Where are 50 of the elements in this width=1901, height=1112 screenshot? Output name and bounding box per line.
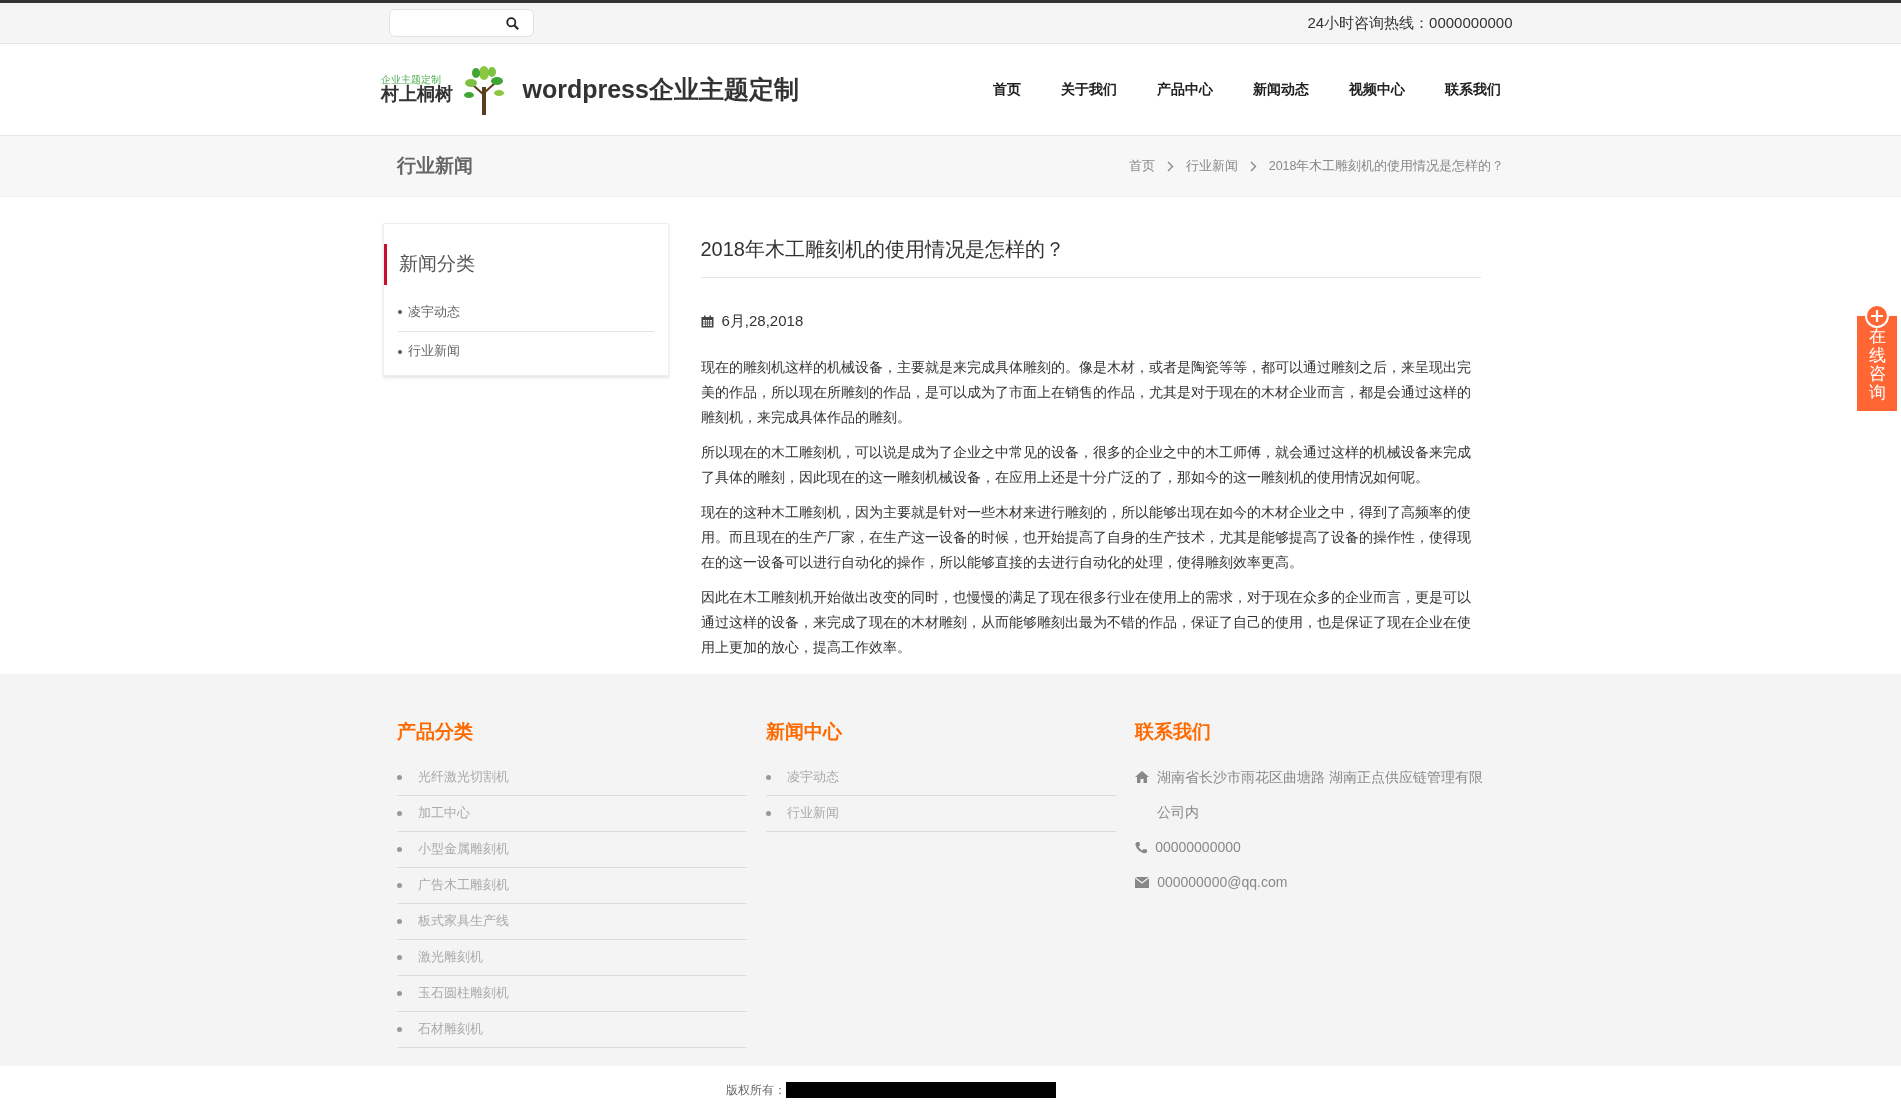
phone-icon [1135, 841, 1148, 854]
plus-icon [1865, 304, 1889, 328]
site-title: wordpress企业主题定制 [522, 73, 799, 105]
footer-link[interactable]: 行业新闻 [765, 796, 1116, 832]
breadcrumb-current: 2018年木工雕刻机的使用情况是怎样的？ [1268, 157, 1505, 175]
footer-heading: 产品分类 [396, 719, 474, 744]
logo-name: 村上桐树 [380, 84, 453, 105]
calendar-icon [700, 314, 714, 328]
footer-heading: 联系我们 [1135, 719, 1213, 744]
footer-link[interactable]: 凌宇动态 [765, 760, 1116, 796]
footer-link[interactable]: 玉石圆柱雕刻机 [396, 976, 747, 1012]
hotline-text: 24小时咨询热线：0000000000 [1307, 12, 1513, 33]
sidebar-link[interactable]: 行业新闻 [397, 332, 654, 371]
online-consult-tab[interactable]: 在线咨询 [1857, 316, 1897, 411]
footer-link[interactable]: 光纤激光切割机 [396, 760, 747, 796]
email-text: 000000000@qq.com [1157, 873, 1288, 892]
nav-link[interactable]: 视频中心 [1328, 79, 1425, 100]
footer-link[interactable]: 板式家具生产线 [396, 904, 747, 940]
logo-tagline: 企业主题定制 [380, 74, 442, 85]
footer-link[interactable]: 石材雕刻机 [396, 1012, 747, 1048]
article-paragraph: 现在的这种木工雕刻机，因为主要就是针对一些木材来进行雕刻的，所以能够出现在如今的木材企业之中，得到了高频率的使用。而且现在的生产厂家，在生产这一设备的时候，也开始提高了自身的生产技术，尤其是能够提高了设备的操作性，使得现在的这一设备可以进行自动化的操作，所以能够直接的去进行自动化的处理，使得雕刻效率更高。 [700, 503, 1472, 572]
sidebar-title: 新闻分类 [383, 244, 668, 285]
article-paragraph: 现在的雕刻机这样的机械设备，主要就是来完成具体雕刻的。像是木材，或者是陶瓷等等，都可以通过雕刻之后，来呈现出完美的作品，所以现在所雕刻的作品，是可以成为了市面上在销售的作品，尤其是对于现在的木材企业而言，都是会通过这样的雕刻机，来完成具体作品的雕刻。 [700, 358, 1472, 427]
footer-link[interactable]: 激光雕刻机 [396, 940, 747, 976]
article-paragraph: 因此在木工雕刻机开始做出改变的同时，也慢慢的满足了现在很多行业在使用上的需求，对于现在众多的企业而言，更是可以通过这样的设备，来完成了现在的木材雕刻，从而能够雕刻出最为不错的作品，保证了自己的使用，也是保证了现在企业在使用上更加的放心，提高工作效率。 [700, 588, 1472, 657]
breadcrumb-link[interactable]: 行业新闻 [1185, 156, 1238, 176]
sidebar-link[interactable]: 凌宇动态 [397, 292, 654, 333]
chevron-icon [1166, 160, 1174, 172]
search-icon[interactable] [505, 16, 519, 30]
footer-heading: 新闻中心 [765, 719, 843, 744]
nav-link[interactable]: 产品中心 [1136, 79, 1233, 100]
article-date: 6月,28,2018 [721, 311, 804, 331]
nav-link[interactable]: 新闻动态 [1232, 79, 1329, 100]
chevron-icon [1249, 160, 1257, 172]
nav-link[interactable]: 首页 [972, 79, 1041, 100]
footer-link[interactable]: 加工中心 [396, 796, 747, 832]
article-title: 2018年木工雕刻机的使用情况是怎样的？ [700, 237, 1481, 278]
footer-link[interactable]: 小型金属雕刻机 [396, 832, 747, 868]
phone-text: 00000000000 [1155, 838, 1241, 857]
page-title: 行业新闻 [396, 153, 473, 178]
address-text: 湖南省长沙市雨花区曲塘路 湖南正点供应链管理有限公司内 [1157, 768, 1485, 822]
article-paragraph: 所以现在的木工雕刻机，可以说是成为了企业之中常见的设备，很多的企业之中的木工师傅，就会通过这样的机械设备来完成了具体的雕刻，因此现在的这一雕刻机械设备，在应用上还是十分广泛的了，那如今的这一雕刻机的使用情况如何呢。 [700, 443, 1472, 487]
copyright-text: 版权所有： [725, 1081, 786, 1099]
breadcrumb-link[interactable]: 首页 [1128, 156, 1155, 176]
nav-link[interactable]: 联系我们 [1424, 79, 1521, 100]
nav-link[interactable]: 关于我们 [1040, 79, 1137, 100]
search-field[interactable] [388, 9, 534, 37]
footer-link[interactable]: 广告木工雕刻机 [396, 868, 747, 904]
home-icon [1135, 771, 1150, 783]
envelope-icon [1135, 877, 1150, 888]
